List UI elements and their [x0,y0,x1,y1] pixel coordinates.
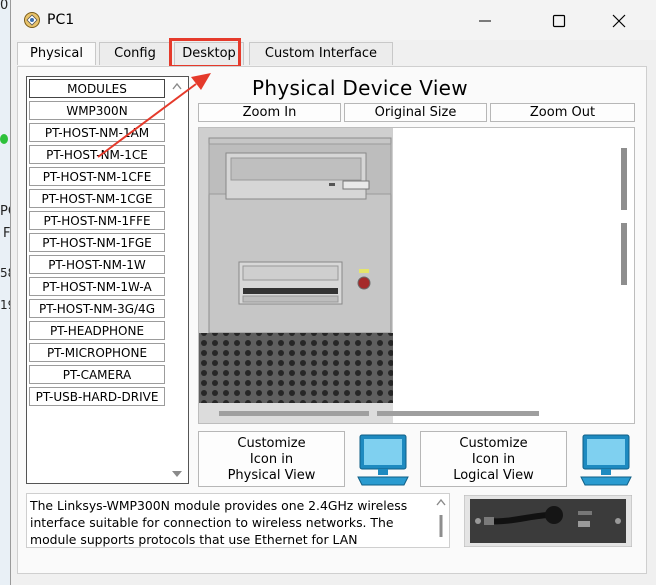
module-item[interactable]: PT-HOST-NM-1CGE [29,189,165,208]
customize-logical-icon-button[interactable]: Customize Icon in Logical View [420,431,567,487]
module-item[interactable]: PT-HEADPHONE [29,321,165,340]
customize-line: Customize [237,436,306,451]
packet-tracer-icon [24,12,40,28]
module-item[interactable]: PT-HOST-NM-1CFE [29,167,165,186]
module-description-text: The Linksys-WMP300N module provides one … [30,498,408,547]
customize-line: Icon in [249,452,294,467]
module-item[interactable]: PT-MICROPHONE [29,343,165,362]
module-item[interactable]: PT-USB-HARD-DRIVE [29,387,165,406]
module-item[interactable]: PT-CAMERA [29,365,165,384]
customize-line: Logical View [453,468,534,483]
scroll-up-icon [436,498,446,506]
minimize-icon [479,20,491,22]
link-status-dot [0,134,8,144]
module-description[interactable]: The Linksys-WMP300N module provides one … [26,493,450,548]
module-item[interactable]: PT-HOST-NM-1W-A [29,277,165,296]
customize-physical-icon-button[interactable]: Customize Icon in Physical View [198,431,345,487]
scroll-up-icon [172,82,182,90]
module-item[interactable]: WMP300N [29,101,165,120]
view-heading: Physical Device View [252,76,468,100]
module-item[interactable]: PT-HOST-NM-3G/4G [29,299,165,318]
module-item[interactable]: PT-HOST-NM-1W [29,255,165,274]
module-item[interactable]: PT-HOST-NM-1CE [29,145,165,164]
zoom-out-button[interactable]: Zoom Out [490,103,635,122]
tab-custom-interface[interactable]: Custom Interface [249,42,393,65]
desktop-tab-highlight [169,38,241,68]
minimize-button[interactable] [467,8,503,34]
module-item[interactable]: PT-HOST-NM-1FGE [29,233,165,252]
viewport-vscroll-thumb [621,148,627,210]
device-viewport[interactable] [198,127,635,424]
maximize-icon [552,14,566,28]
module-item[interactable]: PT-HOST-NM-1FFE [29,211,165,230]
workspace-text-fragment: 0 [0,0,9,13]
pc-monitor-icon [580,434,632,486]
close-icon [612,14,626,28]
description-scrollbar[interactable] [434,495,448,546]
module-list-panel: MODULES WMP300N PT-HOST-NM-1AM PT-HOST-N… [26,76,189,484]
module-item[interactable]: PT-HOST-NM-1AM [29,123,165,142]
original-size-button[interactable]: Original Size [344,103,487,122]
tab-physical[interactable]: Physical [17,42,96,65]
zoom-in-button[interactable]: Zoom In [198,103,341,122]
device-window: PC1 Physical Config Desktop Custom Inter… [10,0,656,585]
scroll-down-icon [172,471,182,477]
customize-line: Physical View [227,468,316,483]
pc-monitor-icon [357,434,409,486]
pc-chassis-image [199,128,627,423]
customize-line: Customize [459,436,528,451]
physical-panel: MODULES WMP300N PT-HOST-NM-1AM PT-HOST-N… [17,66,647,574]
wmp300n-module-image [464,495,632,547]
customize-line: Icon in [471,452,516,467]
window-title: PC1 [47,12,75,28]
close-button[interactable] [601,8,637,34]
module-item-header[interactable]: MODULES [29,79,165,98]
scroll-thumb [439,515,443,537]
title-bar[interactable]: PC1 [11,0,656,40]
module-list-scrollbar[interactable] [168,79,186,481]
maximize-button[interactable] [541,8,577,34]
tab-config[interactable]: Config [99,42,171,65]
